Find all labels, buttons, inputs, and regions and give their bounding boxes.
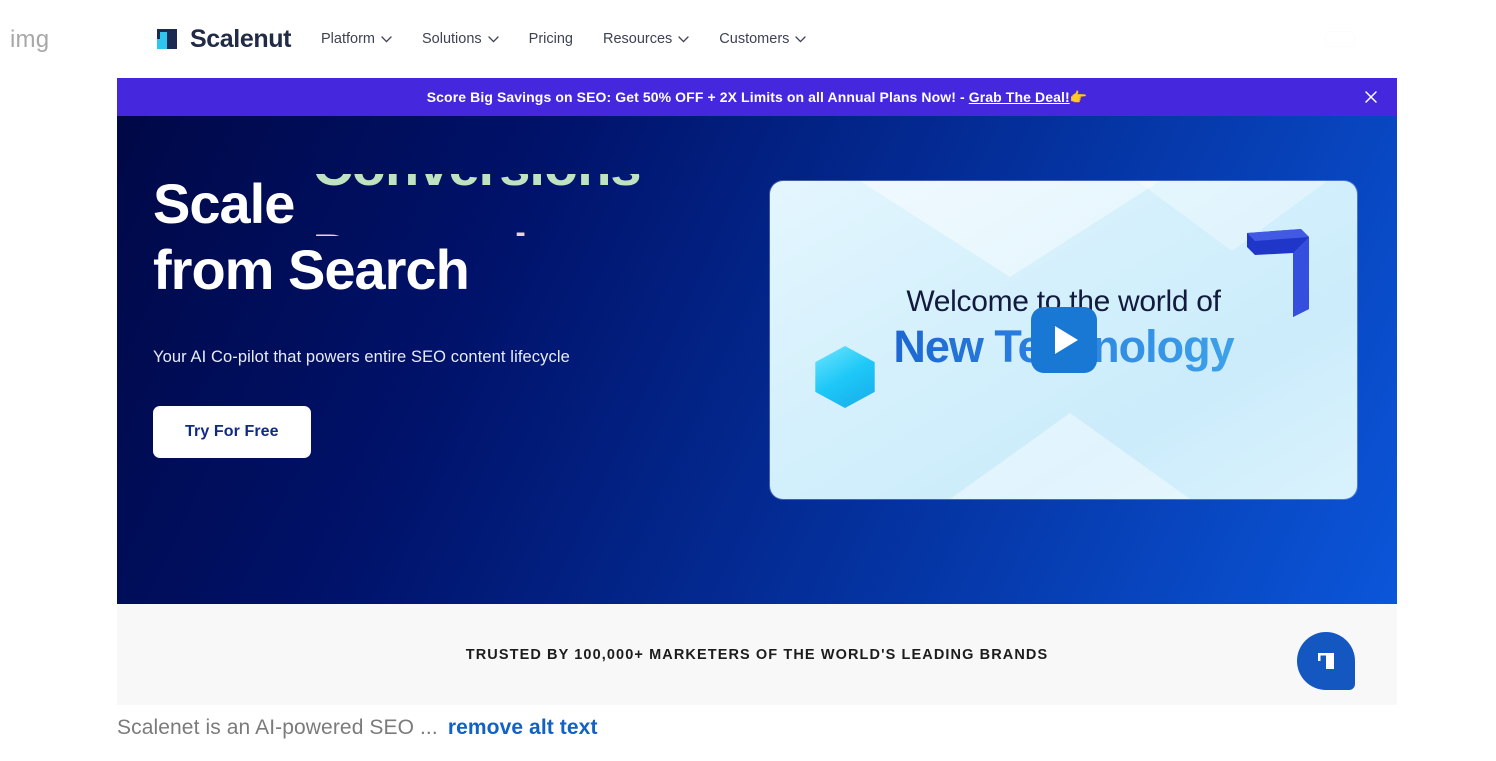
nav-item-solutions[interactable]: Solutions — [422, 31, 499, 47]
site-header: Scalenut Platform Solutions Pricing Reso… — [117, 0, 1397, 78]
nav-item-platform[interactable]: Platform — [321, 31, 392, 47]
scalenut-chat-bubble-icon[interactable] — [1297, 632, 1355, 690]
remove-alt-text-link[interactable]: remove alt text — [448, 716, 598, 739]
nav-item-pricing[interactable]: Pricing — [529, 31, 573, 47]
promo-banner: Score Big Savings on SEO: Get 50% OFF + … — [117, 78, 1397, 116]
decorative-triangle — [950, 413, 1190, 499]
nav-item-resources[interactable]: Resources — [603, 31, 689, 47]
chevron-down-icon — [795, 36, 806, 43]
hero-headline: Scale Conversions Demand from Search — [153, 174, 753, 299]
chevron-down-icon — [381, 36, 392, 43]
close-icon[interactable] — [1363, 89, 1379, 105]
promo-banner-message: Score Big Savings on SEO: Get 50% OFF + … — [427, 89, 969, 105]
hero-video-card[interactable]: Welcome to the world of New Technology — [770, 181, 1357, 499]
alt-text-caption: Scalenet is an AI-powered SEO ... remove … — [117, 716, 598, 740]
promo-banner-text: Score Big Savings on SEO: Get 50% OFF + … — [427, 89, 1088, 106]
rotating-word-demand: Demand — [312, 224, 672, 236]
header-action-placeholder[interactable] — [1325, 31, 1355, 47]
hero-word-rotator: Conversions Demand — [312, 174, 672, 236]
page-root: img Scalenut Platform Solutions — [0, 0, 1496, 761]
hero-headline-line-2: from Search — [153, 240, 753, 299]
hero-copy: Scale Conversions Demand from Search — [153, 174, 753, 299]
nav-item-label: Platform — [321, 31, 375, 47]
pointing-finger-icon: 👉 — [1070, 89, 1088, 105]
nav-item-label: Customers — [719, 31, 789, 47]
nav-item-customers[interactable]: Customers — [719, 31, 806, 47]
scalenut-logo-icon — [153, 25, 181, 53]
main-navigation: Platform Solutions Pricing Resources Cus… — [321, 31, 806, 47]
nav-item-label: Solutions — [422, 31, 482, 47]
decorative-triangle — [860, 181, 1160, 277]
hero-subheading: Your AI Co-pilot that powers entire SEO … — [153, 348, 570, 367]
trust-bar-text: TRUSTED BY 100,000+ MARKETERS OF THE WOR… — [466, 647, 1049, 663]
hero-headline-row-1: Scale Conversions Demand — [153, 174, 753, 236]
nav-item-label: Resources — [603, 31, 672, 47]
trust-bar: TRUSTED BY 100,000+ MARKETERS OF THE WOR… — [117, 604, 1397, 705]
nav-item-label: Pricing — [529, 31, 573, 47]
header-actions — [1325, 31, 1355, 47]
hero-headline-prefix: Scale — [153, 174, 294, 233]
play-icon[interactable] — [1031, 307, 1097, 373]
brand-name: Scalenut — [190, 25, 291, 54]
promo-banner-link[interactable]: Grab The Deal! — [969, 89, 1070, 105]
brand-logo[interactable]: Scalenut — [153, 25, 291, 54]
img-placeholder-label: img — [10, 26, 49, 54]
play-triangle — [1055, 326, 1078, 354]
rotating-word-conversions: Conversions — [312, 174, 672, 195]
alt-text-value: Scalenet is an AI-powered SEO ... — [117, 716, 438, 739]
hero-section: Scale Conversions Demand from Search You… — [117, 116, 1397, 604]
chevron-down-icon — [488, 36, 499, 43]
try-for-free-button[interactable]: Try For Free — [153, 406, 311, 458]
chevron-down-icon — [678, 36, 689, 43]
